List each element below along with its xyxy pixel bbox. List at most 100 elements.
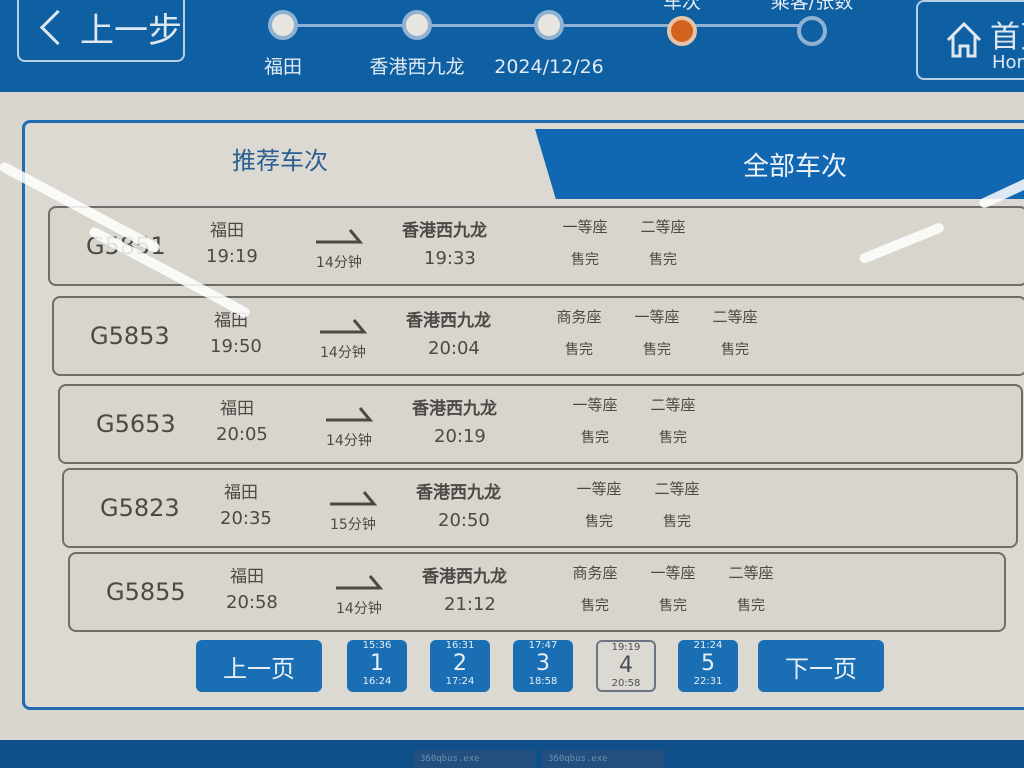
step-1-label: 福田 bbox=[263, 56, 303, 78]
seat-class-cell: 一等座 售完 bbox=[550, 216, 620, 269]
tab-all-trains[interactable]: 全部车次 bbox=[535, 129, 1024, 199]
seat-class-cell: 商务座 售完 bbox=[544, 306, 614, 359]
page-number: 3 bbox=[536, 651, 550, 676]
page-number: 5 bbox=[701, 651, 715, 676]
train-number: G5653 bbox=[96, 410, 176, 438]
step-3-marker bbox=[534, 10, 564, 40]
page-2-button[interactable]: 16:31 2 17:24 bbox=[430, 640, 490, 692]
step-3-label: 2024/12/26 bbox=[494, 56, 604, 78]
arrow-right-icon bbox=[330, 491, 378, 506]
seat-status: 售完 bbox=[663, 514, 691, 530]
page-end-time: 20:58 bbox=[611, 678, 641, 689]
seat-status: 售完 bbox=[649, 252, 677, 268]
train-number: G5853 bbox=[90, 322, 170, 350]
seat-class: 一等座 bbox=[634, 308, 680, 326]
arrival-time: 21:12 bbox=[444, 594, 496, 615]
seat-class: 一等座 bbox=[650, 564, 696, 582]
departure-time: 19:19 bbox=[206, 246, 258, 267]
seat-class: 二等座 bbox=[728, 564, 774, 582]
back-button[interactable]: 上一步 bbox=[17, 0, 185, 62]
travel-duration: 14分钟 bbox=[316, 255, 362, 271]
step-5-label: 乘客/张数 bbox=[770, 0, 854, 13]
departure-time: 20:35 bbox=[220, 508, 272, 529]
departure-station: 福田 bbox=[210, 221, 244, 241]
train-row[interactable]: G5855 福田 20:58 14分钟 香港西九龙 21:12 商务座 售完 一等座 售完 二等座售… bbox=[68, 552, 1006, 632]
arrival-time: 20:19 bbox=[434, 426, 486, 447]
departure-station: 福田 bbox=[230, 567, 264, 587]
chevron-left-icon bbox=[39, 9, 76, 45]
seat-status: 售完 bbox=[581, 598, 609, 614]
step-2-marker bbox=[402, 10, 432, 40]
seat-class: 二等座 bbox=[650, 396, 696, 414]
arrival-station: 香港西九龙 bbox=[422, 567, 507, 587]
page-number: 2 bbox=[453, 651, 467, 676]
seat-status: 售完 bbox=[659, 598, 687, 614]
arrow-right-icon bbox=[320, 319, 368, 334]
train-row[interactable]: G5653 福田 20:05 14分钟 香港西九龙 20:19 一等座 售完 二等座 售完 bbox=[58, 384, 1023, 464]
prev-page-label: 上一页 bbox=[223, 654, 295, 683]
train-row[interactable]: G5851福田19:1914分钟香港西九龙19:33一等座售完二等座售完 bbox=[48, 206, 1024, 286]
home-button[interactable]: 首页 Home bbox=[916, 0, 1024, 80]
departure-time: 20:05 bbox=[216, 424, 268, 445]
departure-station: 福田 bbox=[220, 399, 254, 419]
arrival-time: 20:04 bbox=[428, 338, 480, 359]
travel-duration: 14分钟 bbox=[326, 433, 372, 449]
seat-status: 售完 bbox=[571, 252, 599, 268]
next-page-label: 下一页 bbox=[785, 654, 857, 683]
arrival-station: 香港西九龙 bbox=[416, 483, 501, 503]
seat-class-cell: 二等座 售完 bbox=[638, 394, 708, 447]
step-1-marker bbox=[268, 10, 298, 40]
header-bar: 上一步 福田 香港西九龙 2024/12/26 车次 乘客/张数 首页 Home bbox=[0, 0, 1024, 92]
back-label: 上一步 bbox=[80, 10, 182, 51]
arrow-right-icon bbox=[336, 575, 384, 590]
page-4-button[interactable]: 19:19 4 20:58 bbox=[596, 640, 656, 692]
train-number: G5855 bbox=[106, 578, 186, 606]
travel-duration: 14分钟 bbox=[336, 601, 382, 617]
seat-status: 售完 bbox=[565, 342, 593, 358]
page-3-button[interactable]: 17:47 3 18:58 bbox=[513, 640, 573, 692]
arrow-right-icon bbox=[326, 407, 374, 422]
train-row[interactable]: G5853 福田 19:50 14分钟 香港西九龙 20:04 商务座 售完 一等座 售完 二等座售… bbox=[52, 296, 1024, 376]
seat-class-cell: 一等座 售完 bbox=[622, 306, 692, 359]
seat-class-cell: 一等座 售完 bbox=[564, 478, 634, 531]
seat-class: 商务座 bbox=[572, 564, 618, 582]
page-end-time: 22:31 bbox=[693, 676, 723, 687]
seat-status: 售完 bbox=[585, 514, 613, 530]
arrival-time: 19:33 bbox=[424, 248, 476, 269]
train-number: G5823 bbox=[100, 494, 180, 522]
page-number: 4 bbox=[619, 653, 633, 678]
seat-status: 售完 bbox=[659, 430, 687, 446]
page-5-button[interactable]: 21:24 5 22:31 bbox=[678, 640, 738, 692]
travel-duration: 15分钟 bbox=[330, 517, 376, 533]
seat-class-cell: 商务座 售完 bbox=[560, 562, 630, 615]
prev-page-button[interactable]: 上一页 bbox=[196, 640, 322, 692]
home-icon bbox=[946, 21, 982, 58]
seat-class-cell: 二等座 售完 bbox=[700, 306, 770, 359]
departure-station: 福田 bbox=[224, 483, 258, 503]
departure-time: 19:50 bbox=[210, 336, 262, 357]
taskbar-item[interactable]: 360qbus.exe bbox=[414, 750, 536, 768]
seat-class: 一等座 bbox=[572, 396, 618, 414]
tab-recommended[interactable]: 推荐车次 bbox=[25, 123, 535, 193]
seat-status: 售完 bbox=[643, 342, 671, 358]
seat-status: 售完 bbox=[721, 342, 749, 358]
home-label-en: Home bbox=[992, 52, 1024, 73]
seat-class: 一等座 bbox=[562, 218, 608, 236]
page-1-button[interactable]: 15:36 1 16:24 bbox=[347, 640, 407, 692]
step-4-marker bbox=[667, 16, 697, 46]
arrival-station: 香港西九龙 bbox=[406, 311, 491, 331]
arrival-station: 香港西九龙 bbox=[412, 399, 497, 419]
page-number: 1 bbox=[370, 651, 384, 676]
arrival-time: 20:50 bbox=[438, 510, 490, 531]
taskbar-item[interactable]: 360qbus.exe bbox=[542, 750, 664, 768]
seat-class: 二等座 bbox=[654, 480, 700, 498]
seat-class: 一等座 bbox=[576, 480, 622, 498]
seat-class: 二等座 bbox=[712, 308, 758, 326]
seat-status: 售完 bbox=[581, 430, 609, 446]
seat-class: 二等座 bbox=[640, 218, 686, 236]
arrow-right-icon bbox=[316, 229, 364, 244]
travel-duration: 14分钟 bbox=[320, 345, 366, 361]
train-row[interactable]: G5823 福田 20:35 15分钟 香港西九龙 20:50 一等座售完 二等座售完 bbox=[62, 468, 1018, 548]
next-page-button[interactable]: 下一页 bbox=[758, 640, 884, 692]
seat-class-cell: 一等座 售完 bbox=[638, 562, 708, 615]
